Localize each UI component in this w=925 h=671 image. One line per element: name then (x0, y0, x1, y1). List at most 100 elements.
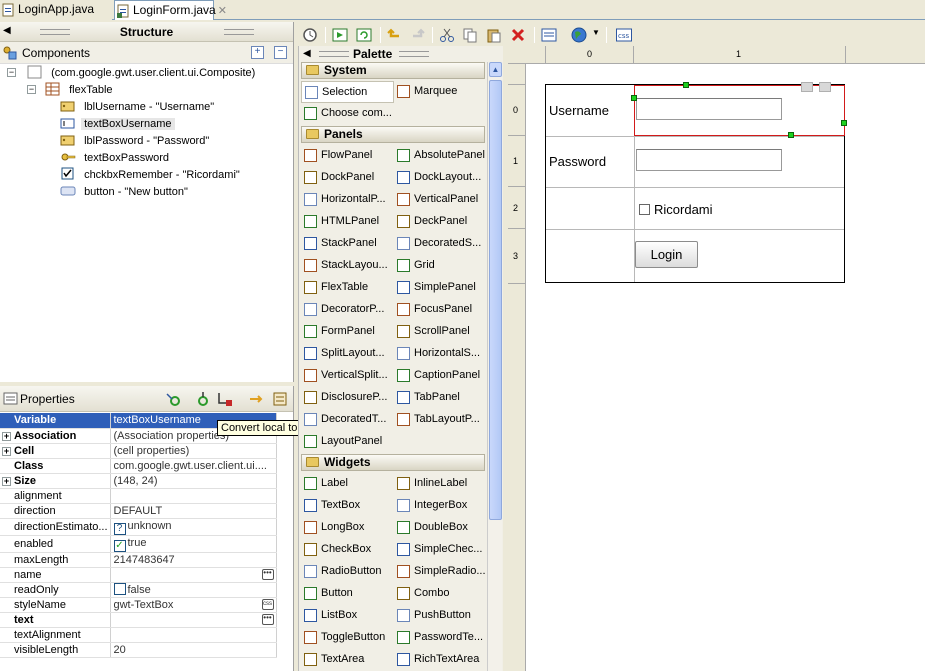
palette-item[interactable]: RadioButton (301, 561, 394, 583)
palette-item[interactable]: DecoratedS... (394, 233, 487, 255)
palette-item[interactable]: FlexTable (301, 277, 394, 299)
palette-item[interactable]: AbsolutePanel (394, 145, 487, 167)
username-label[interactable]: Username (549, 103, 609, 118)
property-value[interactable]: 2147483647 (110, 552, 277, 568)
close-icon[interactable]: ✕ (218, 2, 227, 21)
palette-item[interactable]: SimplePanel (394, 277, 487, 299)
expand-icon[interactable]: + (2, 431, 11, 441)
palette-item[interactable]: HorizontalS... (394, 343, 487, 365)
column-header-1[interactable]: 1 (736, 49, 741, 59)
flex-table[interactable]: Username Password Ricordami Login (545, 82, 847, 283)
palette-item[interactable]: TextArea (301, 649, 394, 671)
palette-item[interactable]: Button (301, 583, 394, 605)
palette-item[interactable]: SimpleRadio... (394, 561, 487, 583)
palette-item[interactable]: Grid (394, 255, 487, 277)
palette-item[interactable]: HTMLPanel (301, 211, 394, 233)
goto-definition-icon[interactable] (195, 391, 211, 407)
palette-item[interactable]: DecoratorP... (301, 299, 394, 321)
login-button[interactable]: Login (635, 241, 698, 268)
palette-item[interactable]: PushButton (394, 605, 487, 627)
tree-item-textboxusername[interactable]: textBoxUsername (60, 116, 175, 133)
property-row-alignment[interactable]: alignment (0, 488, 277, 504)
palette-item[interactable]: DeckPanel (394, 211, 487, 233)
palette-item[interactable]: PasswordTe... (394, 627, 487, 649)
property-value[interactable]: 20 (110, 642, 277, 658)
property-row-text[interactable]: text ••• (0, 612, 277, 628)
password-textbox[interactable] (636, 149, 782, 171)
row-header-1[interactable]: 1 (513, 156, 518, 166)
collapse-left-icon[interactable]: ◀ (303, 48, 311, 59)
password-label[interactable]: Password (549, 154, 606, 169)
palette-item[interactable]: VerticalPanel (394, 189, 487, 211)
property-value[interactable]: com.google.gwt.user.client.ui.... (110, 458, 277, 474)
grip-handle[interactable] (224, 29, 254, 35)
palette-item[interactable]: HorizontalP... (301, 189, 394, 211)
palette-item[interactable]: IntegerBox (394, 495, 487, 517)
palette-item[interactable]: TextBox (301, 495, 394, 517)
property-value[interactable]: ? unknown (110, 518, 277, 536)
expand-icon[interactable]: + (2, 446, 11, 456)
property-row-name[interactable]: name ••• (0, 567, 277, 583)
menu-icon[interactable] (272, 391, 288, 407)
property-row-textalignment[interactable]: textAlignment (0, 627, 277, 643)
palette-item[interactable]: Marquee (394, 81, 487, 103)
delete-icon[interactable] (510, 27, 526, 43)
property-row-visiblelength[interactable]: visibleLength 20 (0, 642, 277, 658)
resize-handle[interactable] (631, 95, 637, 101)
palette-item[interactable]: VerticalSplit... (301, 365, 394, 387)
tree-item-flextable[interactable]: − flexTable (26, 82, 116, 99)
redo-icon[interactable] (409, 27, 425, 43)
scrollbar-thumb[interactable] (489, 80, 502, 520)
palette-item[interactable]: ScrollPanel (394, 321, 487, 343)
palette-item[interactable]: DoubleBox (394, 517, 487, 539)
tree-item-textboxpassword[interactable]: textBoxPassword (60, 150, 172, 167)
palette-item[interactable]: Label (301, 473, 394, 495)
row-header-0[interactable]: 0 (513, 105, 518, 115)
property-row-readonly[interactable]: readOnly false (0, 582, 277, 598)
property-row-directionestimator[interactable]: directionEstimato... ? unknown (0, 518, 277, 536)
resize-handle[interactable] (841, 120, 847, 126)
grip-handle[interactable] (399, 51, 429, 57)
property-row-maxlength[interactable]: maxLength 2147483647 (0, 552, 277, 568)
palette-item[interactable]: DockPanel (301, 167, 394, 189)
palette-item[interactable]: FocusPanel (394, 299, 487, 321)
palette-category-widgets[interactable]: Widgets (301, 454, 485, 471)
property-row-class[interactable]: Class com.google.gwt.user.client.ui.... (0, 458, 277, 474)
property-value[interactable]: false (110, 582, 277, 598)
property-value[interactable] (110, 627, 277, 643)
palette-category-system[interactable]: System (301, 62, 485, 79)
palette-item[interactable]: RichTextArea (394, 649, 487, 671)
tree-item-button[interactable]: button - "New button" (60, 184, 191, 201)
remember-checkbox[interactable]: Ricordami (639, 202, 713, 217)
column-header-0[interactable]: 0 (587, 49, 592, 59)
palette-item[interactable]: DisclosureP... (301, 387, 394, 409)
palette-item[interactable]: Choose com... (301, 103, 411, 125)
collapse-all-button[interactable]: − (274, 46, 287, 59)
palette-item[interactable]: DockLayout... (394, 167, 487, 189)
palette-item[interactable]: SplitLayout... (301, 343, 394, 365)
palette-scrollbar[interactable]: ▲ (487, 62, 502, 671)
resize-handle[interactable] (788, 132, 794, 138)
expand-icon[interactable]: + (2, 476, 11, 486)
run-icon[interactable] (332, 27, 348, 43)
palette-item[interactable]: LongBox (301, 517, 394, 539)
css-icon[interactable]: css (616, 27, 632, 43)
gwt-icon[interactable] (302, 27, 318, 43)
cut-icon[interactable] (439, 27, 455, 43)
palette-item[interactable]: FormPanel (301, 321, 394, 343)
ellipsis-button[interactable]: ••• (261, 613, 274, 625)
grip-handle[interactable] (319, 51, 349, 57)
globe-icon[interactable] (571, 27, 587, 43)
palette-item[interactable]: TabPanel (394, 387, 487, 409)
tree-item-lblusername[interactable]: lblUsername - "Username" (60, 99, 217, 116)
paste-icon[interactable] (486, 27, 502, 43)
property-row-size[interactable]: + Size (148, 24) (0, 473, 277, 489)
property-row-direction[interactable]: direction DEFAULT (0, 503, 277, 519)
palette-item[interactable]: StackPanel (301, 233, 394, 255)
property-value[interactable]: (cell properties) (110, 443, 277, 459)
palette-item[interactable]: InlineLabel (394, 473, 487, 495)
tree-item-checkbox[interactable]: chckbxRemember - "Ricordami" (60, 167, 243, 184)
property-value[interactable]: ✓ true (110, 535, 277, 553)
palette-item[interactable]: DecoratedT... (301, 409, 394, 431)
palette-item[interactable]: Combo (394, 583, 487, 605)
